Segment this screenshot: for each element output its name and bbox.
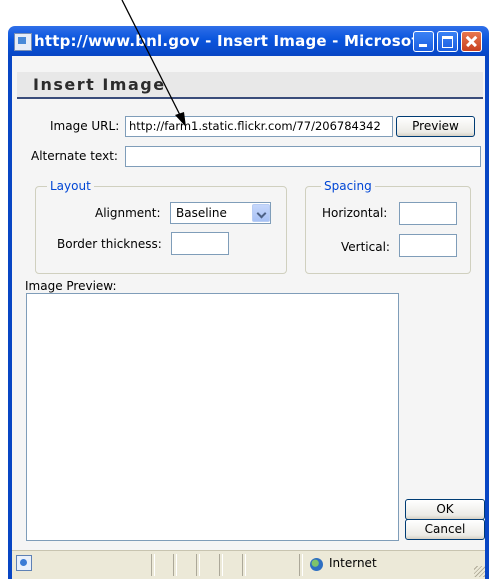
image-url-label: Image URL: xyxy=(50,119,120,133)
cancel-button[interactable]: Cancel xyxy=(405,519,485,540)
window-title: http://www.bnl.gov - Insert Image - Micr… xyxy=(34,32,435,50)
spacing-group xyxy=(305,186,471,274)
preview-button[interactable]: Preview xyxy=(396,116,475,137)
close-icon[interactable] xyxy=(461,31,482,52)
status-bar xyxy=(12,550,485,579)
image-url-field[interactable]: http://farm1.static.flickr.com/77/206784… xyxy=(125,116,393,137)
alignment-label: Alignment: xyxy=(95,206,161,220)
alt-text-label: Alternate text: xyxy=(31,149,118,163)
alignment-select[interactable]: Baseline xyxy=(170,202,271,224)
status-divider xyxy=(242,554,246,576)
minimize-icon[interactable] xyxy=(413,31,434,52)
vertical-spacing-field[interactable] xyxy=(399,234,457,257)
globe-icon xyxy=(310,558,323,571)
maximize-icon[interactable] xyxy=(437,31,458,52)
status-divider xyxy=(151,554,155,576)
status-divider xyxy=(299,554,303,576)
layout-legend: Layout xyxy=(47,179,94,193)
image-preview-label: Image Preview: xyxy=(25,279,117,293)
horizontal-spacing-field[interactable] xyxy=(399,202,457,225)
ie-page-icon xyxy=(14,33,32,51)
vertical-label: Vertical: xyxy=(341,240,390,254)
security-zone: Internet xyxy=(329,556,377,570)
horizontal-label: Horizontal: xyxy=(322,206,388,220)
status-divider xyxy=(219,554,223,576)
alignment-selected-value: Baseline xyxy=(176,206,227,220)
status-divider xyxy=(173,554,177,576)
status-divider xyxy=(196,554,200,576)
ok-button[interactable]: OK xyxy=(405,499,485,520)
alt-text-field[interactable] xyxy=(125,146,481,167)
layout-group xyxy=(35,186,287,274)
resize-grip-icon[interactable] xyxy=(474,566,485,577)
image-preview-area xyxy=(26,293,399,541)
border-thickness-label: Border thickness: xyxy=(57,237,162,251)
chevron-down-icon[interactable] xyxy=(252,204,270,222)
page-status-icon xyxy=(16,555,32,571)
border-thickness-field[interactable] xyxy=(171,232,229,255)
spacing-legend: Spacing xyxy=(321,179,375,193)
dialog-title: Insert Image xyxy=(33,75,166,94)
